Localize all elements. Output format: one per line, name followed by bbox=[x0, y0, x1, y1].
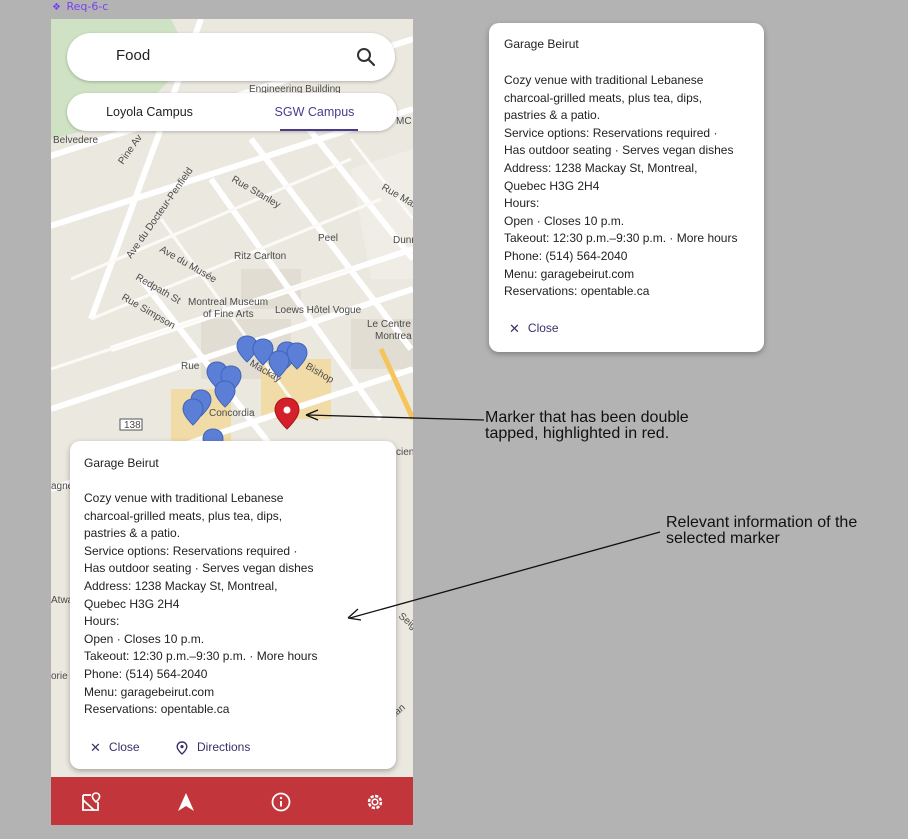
search-icon[interactable] bbox=[355, 46, 377, 68]
close-icon: ✕ bbox=[509, 321, 520, 336]
info-icon[interactable] bbox=[270, 791, 292, 813]
map-label-museum-2: of Fine Arts bbox=[203, 309, 254, 320]
detail-line: Address: 1238 Mackay St, Montreal, bbox=[84, 578, 278, 593]
close-label: Close bbox=[527, 321, 559, 335]
place-info-card-standalone: Garage Beirut Cozy venue with traditiona… bbox=[489, 23, 764, 352]
annotation-line: selected marker bbox=[666, 530, 780, 547]
close-button[interactable]: ✕ Close bbox=[90, 739, 140, 757]
map-label-centre-1: Le Centre bbox=[367, 319, 411, 330]
detail-line: pastries & a patio. bbox=[504, 108, 601, 123]
place-details: Cozy venue with traditional Lebanese cha… bbox=[84, 490, 317, 719]
detail-line: Has outdoor seating · Serves vegan dishe… bbox=[504, 143, 734, 158]
detail-line: Reservations: opentable.ca bbox=[84, 702, 230, 717]
place-title: Garage Beirut bbox=[84, 456, 159, 470]
detail-line: charcoal-grilled meats, plus tea, dips, bbox=[504, 90, 703, 105]
tab-loyola-campus[interactable]: Loyola Campus bbox=[67, 93, 232, 131]
detail-line: Menu: garagebeirut.com bbox=[504, 266, 635, 281]
search-input[interactable]: Food bbox=[116, 47, 150, 64]
detail-line: Takeout: 12:30 p.m.–9:30 p.m. · More hou… bbox=[504, 231, 738, 246]
annotation-line: Marker that has been double bbox=[485, 409, 689, 426]
detail-line: Reservations: opentable.ca bbox=[504, 284, 650, 299]
map-label-route: 138 bbox=[124, 420, 141, 431]
map-label-dunn: Dunn bbox=[393, 235, 413, 246]
detail-line: Address: 1238 Mackay St, Montreal, bbox=[504, 160, 698, 175]
map-label-cien: cien bbox=[396, 447, 413, 458]
directions-button[interactable]: Directions bbox=[176, 739, 250, 757]
detail-line: Menu: garagebeirut.com bbox=[84, 684, 215, 699]
detail-line: charcoal-grilled meats, plus tea, dips, bbox=[84, 508, 283, 523]
annotation-info-note: Relevant information of the selected mar… bbox=[666, 515, 857, 547]
close-label: Close bbox=[108, 740, 140, 754]
directions-label: Directions bbox=[197, 740, 251, 754]
detail-line: Cozy venue with traditional Lebanese bbox=[504, 73, 704, 87]
detail-line: Open · Closes 10 p.m. bbox=[84, 631, 205, 646]
detail-line: Takeout: 12:30 p.m.–9:30 p.m. · More hou… bbox=[84, 649, 318, 664]
settings-icon[interactable] bbox=[364, 791, 386, 813]
detail-line: Hours: bbox=[504, 196, 540, 211]
detail-line: Has outdoor seating · Serves vegan dishe… bbox=[84, 561, 314, 576]
map-label-belvedere: Belvedere bbox=[53, 135, 98, 146]
map-label-centre-2: Montrea bbox=[375, 331, 412, 342]
map-label-peel: Peel bbox=[318, 233, 338, 244]
navigation-arrow-icon[interactable] bbox=[175, 791, 197, 813]
annotation-line: Relevant information of the bbox=[666, 514, 858, 531]
phone-screen: Belvedere Engineering Building MC Pine A… bbox=[51, 19, 413, 825]
annotation-line: tapped, highlighted in red. bbox=[485, 425, 670, 442]
place-title: Garage Beirut bbox=[504, 37, 579, 51]
map-label-concordia: Concordia bbox=[209, 408, 255, 419]
map-label-museum-1: Montreal Museum bbox=[188, 297, 268, 308]
map-label-loews: Loews Hôtel Vogue bbox=[275, 305, 362, 316]
detail-line: Quebec H3G 2H4 bbox=[504, 178, 600, 193]
tab-sgw-label: SGW Campus bbox=[274, 105, 355, 119]
map-label-ritz: Ritz Carlton bbox=[234, 251, 286, 262]
detail-line: Phone: (514) 564-2040 bbox=[504, 248, 628, 263]
search-bar[interactable]: Food bbox=[67, 33, 395, 81]
frame-label: ❖ Req-6-c bbox=[52, 0, 109, 13]
tab-sgw-campus[interactable]: SGW Campus bbox=[232, 93, 397, 131]
detail-line: Cozy venue with traditional Lebanese bbox=[84, 491, 284, 505]
map-label-orie: orie bbox=[51, 671, 68, 682]
detail-line: Open · Closes 10 p.m. bbox=[504, 213, 625, 228]
selected-tab-indicator bbox=[280, 129, 359, 131]
map-icon[interactable] bbox=[80, 791, 102, 813]
map-label-mc: MC bbox=[396, 116, 412, 127]
detail-line: Hours: bbox=[84, 614, 120, 629]
close-button[interactable]: ✕ Close bbox=[509, 320, 559, 338]
detail-line: Service options: Reservations required · bbox=[504, 125, 718, 140]
detail-line: Quebec H3G 2H4 bbox=[84, 596, 180, 611]
detail-line: Phone: (514) 564-2040 bbox=[84, 666, 208, 681]
place-info-card: Garage Beirut Cozy venue with traditiona… bbox=[70, 441, 396, 769]
bottom-nav bbox=[51, 777, 413, 825]
campus-tabs: Loyola Campus SGW Campus bbox=[67, 93, 397, 131]
annotation-marker-note: Marker that has been double tapped, high… bbox=[485, 410, 689, 442]
close-icon: ✕ bbox=[90, 740, 101, 755]
place-details: Cozy venue with traditional Lebanese cha… bbox=[504, 72, 737, 301]
detail-line: pastries & a patio. bbox=[84, 526, 181, 541]
frame-label-text: Req-6-c bbox=[66, 0, 109, 13]
location-pin-icon bbox=[176, 741, 188, 755]
detail-line: Service options: Reservations required · bbox=[84, 543, 298, 558]
map-label-rue-left: Rue bbox=[181, 361, 200, 372]
